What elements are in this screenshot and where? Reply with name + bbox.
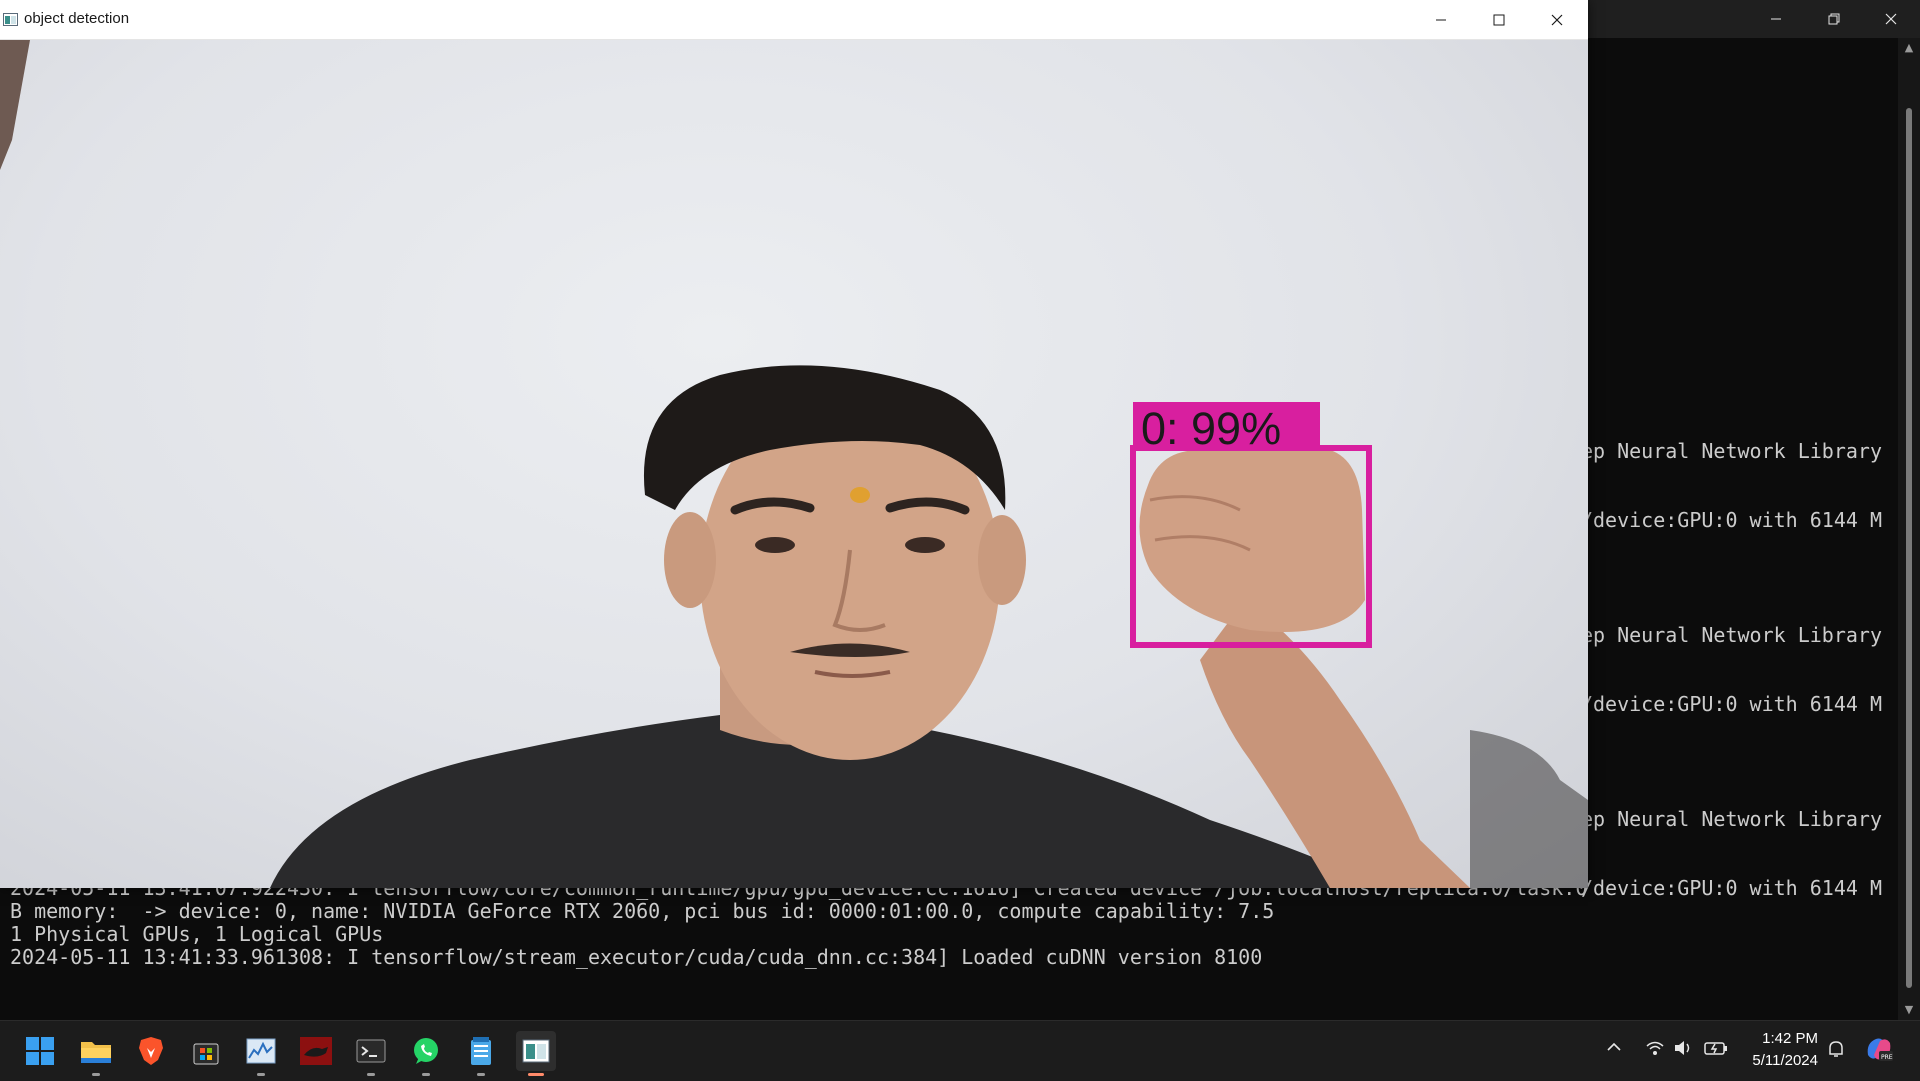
clock-time[interactable]: 1:42 PM (1752, 1030, 1818, 1047)
windows-logo-icon (26, 1037, 54, 1065)
show-hidden-icons-chevron-icon[interactable] (1606, 1039, 1622, 1059)
start-button[interactable] (20, 1031, 60, 1071)
terminal-restore-button[interactable] (1805, 0, 1863, 38)
file-explorer-button[interactable] (76, 1031, 116, 1076)
maximize-button[interactable] (1470, 0, 1528, 39)
detection-label: 0: 99% (1133, 402, 1320, 454)
notepad-icon (471, 1037, 491, 1065)
close-icon (1885, 13, 1897, 25)
whatsapp-icon (414, 1038, 438, 1064)
detection-bounding-box (1130, 445, 1372, 648)
notification-bell-icon[interactable] (1826, 1039, 1846, 1063)
game-app-icon (300, 1037, 332, 1065)
app-window-icon (522, 1039, 550, 1063)
scrollbar-thumb[interactable] (1906, 108, 1912, 988)
whatsapp-button[interactable] (406, 1031, 446, 1076)
brave-lion-icon (139, 1037, 163, 1065)
microsoft-store-button[interactable] (186, 1031, 226, 1071)
terminal-line: 1 Physical GPUs, 1 Logical GPUs (10, 922, 384, 946)
notepad-button[interactable] (461, 1031, 501, 1076)
store-bag-icon (193, 1043, 219, 1065)
minimize-icon (1771, 18, 1781, 20)
brave-browser-button[interactable] (131, 1031, 171, 1071)
terminal-icon (356, 1039, 386, 1063)
window-titlebar[interactable]: object detection (0, 0, 1588, 40)
close-icon (1551, 14, 1563, 25)
terminal-close-button[interactable] (1862, 0, 1920, 38)
terminal-line: ep Neural Network Library (1580, 439, 1882, 463)
wifi-icon[interactable] (1645, 1039, 1665, 1061)
task-manager-button[interactable] (241, 1031, 281, 1076)
window-title: object detection (24, 10, 130, 27)
copilot-icon[interactable]: PRE (1864, 1035, 1894, 1067)
terminal-line: /device:GPU:0 with 6144 M (1580, 508, 1882, 532)
game-app-button[interactable] (296, 1031, 336, 1071)
minimize-button[interactable] (1412, 0, 1470, 39)
folder-icon (81, 1042, 111, 1063)
maximize-icon (1493, 14, 1505, 25)
battery-icon[interactable] (1704, 1039, 1728, 1061)
svg-text:PRE: PRE (1881, 1054, 1893, 1061)
scroll-down-arrow-icon[interactable]: ▼ (1898, 1000, 1920, 1020)
terminal-line: /device:GPU:0 with 6144 M (1580, 692, 1882, 716)
app-icon (3, 13, 18, 26)
performance-graph-icon (246, 1038, 276, 1064)
camera-feed: 0: 99% (0, 40, 1588, 888)
minimize-icon (1436, 19, 1446, 20)
clock-date[interactable]: 5/11/2024 (1738, 1052, 1818, 1069)
terminal-line: /device:GPU:0 with 6144 M (1580, 876, 1882, 900)
terminal-line: ep Neural Network Library (1580, 623, 1882, 647)
terminal-scrollbar[interactable]: ▲ ▼ (1898, 38, 1920, 1020)
close-button[interactable] (1528, 0, 1586, 39)
volume-icon[interactable] (1673, 1039, 1693, 1061)
terminal-line: B memory: -> device: 0, name: NVIDIA GeF… (10, 899, 1275, 923)
terminal-minimize-button[interactable] (1747, 0, 1805, 38)
object-detection-window: object detection 0: 99% (0, 0, 1588, 888)
object-detection-taskbar-button[interactable] (516, 1031, 556, 1076)
terminal-line: ep Neural Network Library (1580, 807, 1882, 831)
terminal-line: 2024-05-11 13:41:33.961308: I tensorflow… (10, 945, 1263, 969)
scroll-up-arrow-icon[interactable]: ▲ (1898, 38, 1920, 58)
restore-icon (1828, 13, 1840, 25)
terminal-button[interactable] (351, 1031, 391, 1076)
taskbar: 1:42 PM 5/11/2024 PRE (0, 1020, 1920, 1081)
